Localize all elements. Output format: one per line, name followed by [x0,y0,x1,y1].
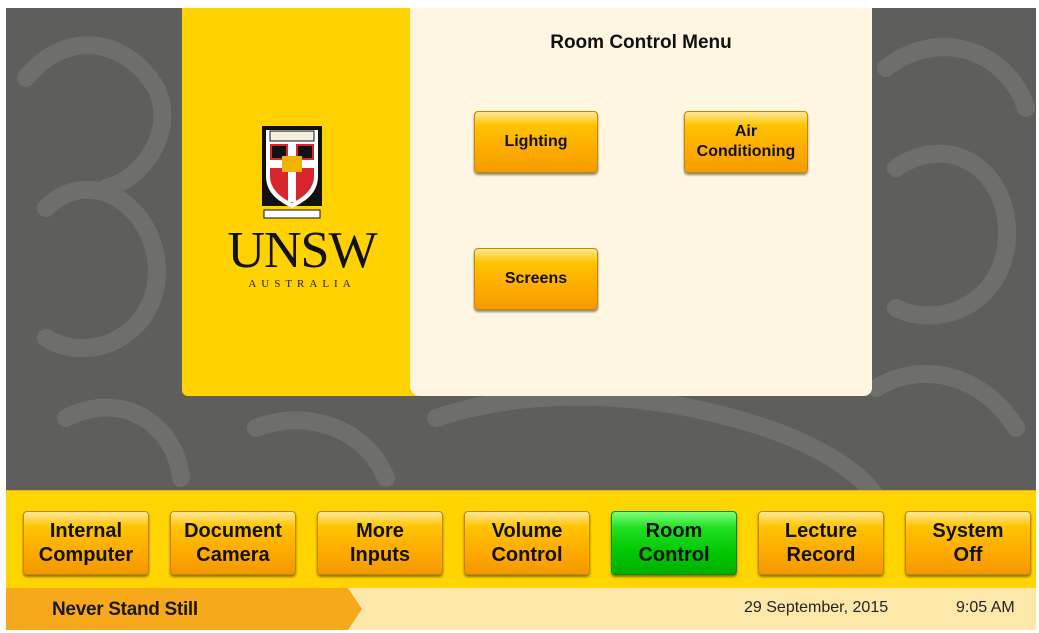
lecture-record-button[interactable]: Lecture Record [758,511,884,575]
tagline: Never Stand Still [52,599,198,620]
nav-label-line1: Document [184,520,282,542]
nav-label-line2: Off [953,544,983,566]
system-off-label: System Off [932,519,1003,567]
volume-control-button[interactable]: Volume Control [464,511,590,575]
unsw-wordmark: UNSW [227,222,377,279]
screens-button[interactable]: Screens [474,248,598,310]
internal-computer-label: Internal Computer [39,519,133,567]
volume-control-label: Volume Control [491,519,562,567]
room-control-menu-panel: Room Control Menu Lighting Air Conditioni… [410,8,872,396]
lighting-button[interactable]: Lighting [474,111,598,173]
nav-label-line2: Computer [38,544,134,566]
nav-label-line1: Volume [491,520,563,542]
nav-label-line2: Camera [196,544,270,566]
nav-label-line2: Record [786,544,856,566]
lecture-record-label: Lecture Record [785,519,857,567]
document-camera-button[interactable]: Document Camera [170,511,296,575]
nav-label-line1: Lecture [784,520,858,542]
more-inputs-button[interactable]: More Inputs [317,511,443,575]
source-nav-bar: Internal Computer Document Camera More Inpu… [6,490,1036,589]
unsw-crest-logo [262,126,322,219]
air-conditioning-button-label: Air Conditioning [696,123,796,160]
touch-panel-screen: UNSW AUSTRALIA Room Control Menu Lightin… [6,8,1036,630]
screens-button-label: Screens [504,270,568,287]
nav-label-line2: Control [491,544,563,566]
nav-label-line1: System [932,520,1004,542]
nav-label-line1: Room [645,520,703,542]
system-off-button[interactable]: System Off [905,511,1031,575]
nav-label-line2: Control [638,544,710,566]
nav-label-line1: Internal [49,520,123,542]
nav-label-line1: More [356,520,404,542]
air-conditioning-button[interactable]: Air Conditioning [684,111,808,173]
current-date: 29 September, 2015 [744,599,889,616]
page-title: Room Control Menu [550,32,732,53]
more-inputs-label: More Inputs [350,519,410,567]
brand-panel: UNSW AUSTRALIA [182,8,418,396]
nav-label-line2: Inputs [350,544,410,566]
room-control-button[interactable]: Room Control [611,511,737,575]
room-control-label: Room Control [638,519,709,567]
current-time: 9:05 AM [956,599,1015,616]
internal-computer-button[interactable]: Internal Computer [23,511,149,575]
brand-subtitle: AUSTRALIA [248,278,356,290]
document-camera-label: Document Camera [184,519,282,567]
lighting-button-label: Lighting [504,133,568,150]
status-footer: Never Stand Still 29 September, 2015 9:0… [6,588,1036,630]
